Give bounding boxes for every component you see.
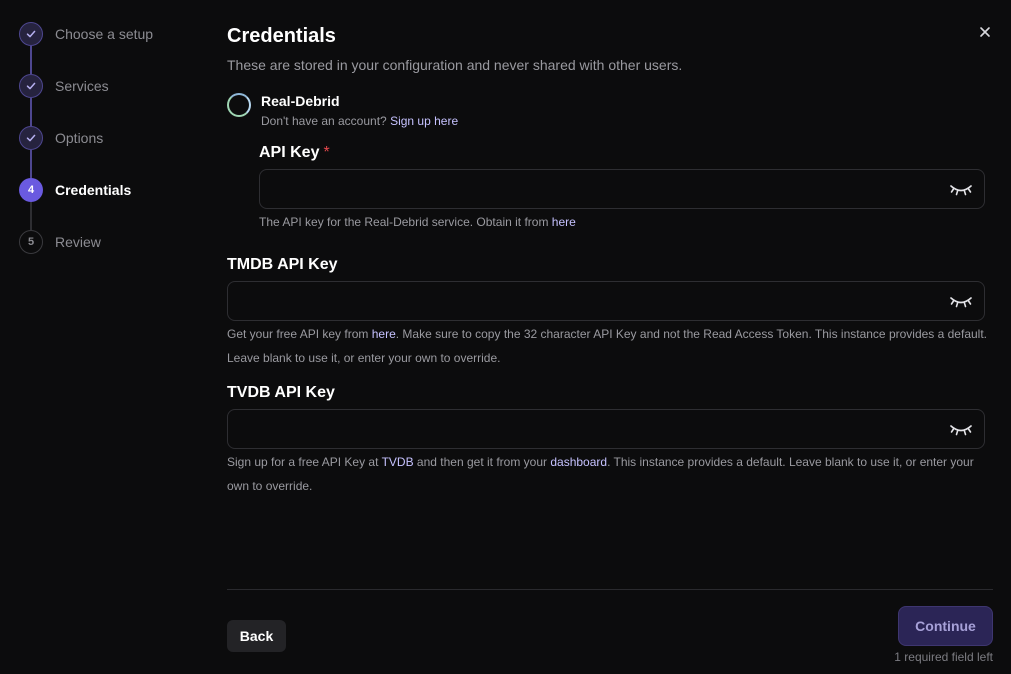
toggle-visibility-button[interactable] [948, 290, 974, 312]
stepper-connector [30, 150, 32, 178]
check-icon [19, 126, 43, 150]
eye-closed-icon [950, 425, 972, 436]
step-choose-a-setup[interactable]: Choose a setup [19, 22, 153, 46]
step-options[interactable]: Options [19, 126, 103, 150]
continue-button[interactable]: Continue [898, 606, 993, 646]
signup-link[interactable]: Sign up here [390, 114, 458, 128]
credentials-page: Choose a setup Services Options 4 Creden… [0, 0, 1011, 674]
close-icon [980, 27, 990, 37]
help-text: and then get it from your [416, 455, 547, 469]
field-label-text: API Key [259, 144, 320, 161]
tmdb-help: Get your free API key from here. Make su… [227, 322, 997, 370]
tmdb-help-link[interactable]: here [372, 327, 396, 341]
api-key-field-wrapper [259, 169, 985, 209]
step-label: Choose a setup [55, 26, 154, 42]
tvdb-help: Sign up for a free API Key at TVDB and t… [227, 450, 987, 498]
tmdb-api-key-label: TMDB API Key [227, 256, 338, 273]
tmdb-api-key-input[interactable] [228, 282, 984, 320]
page-title: Credentials [227, 25, 336, 47]
step-label: Options [55, 130, 104, 146]
step-label: Review [55, 234, 101, 250]
loading-spinner-icon [227, 93, 251, 117]
footer-divider [227, 589, 993, 590]
close-button[interactable] [974, 21, 996, 43]
step-services[interactable]: Services [19, 74, 109, 98]
service-signup-text: Don't have an account? Sign up here [261, 114, 458, 128]
tvdb-field-wrapper [227, 409, 985, 449]
tmdb-field-wrapper [227, 281, 985, 321]
step-review: 5 Review [19, 230, 101, 254]
api-key-help-link[interactable]: here [552, 215, 576, 229]
tvdb-link[interactable]: TVDB [382, 455, 414, 469]
toggle-visibility-button[interactable] [948, 178, 974, 200]
help-text: Sign up for a free API Key at [227, 455, 379, 469]
step-number: 5 [19, 230, 43, 254]
api-key-help: The API key for the Real-Debrid service.… [259, 210, 985, 234]
required-fields-note: 1 required field left [894, 650, 993, 664]
stepper-connector [30, 202, 32, 230]
eye-closed-icon [950, 297, 972, 308]
dashboard-link[interactable]: dashboard [550, 455, 607, 469]
tvdb-api-key-label: TVDB API Key [227, 384, 335, 401]
page-subtitle: These are stored in your configuration a… [227, 57, 683, 73]
signup-prompt: Don't have an account? [261, 114, 387, 128]
check-icon [19, 22, 43, 46]
check-icon [19, 74, 43, 98]
step-number: 4 [19, 178, 43, 202]
service-name: Real-Debrid [261, 93, 340, 109]
back-button[interactable]: Back [227, 620, 286, 652]
tvdb-api-key-input[interactable] [228, 410, 984, 448]
step-label: Credentials [55, 182, 132, 198]
step-label: Services [55, 78, 109, 94]
toggle-visibility-button[interactable] [948, 418, 974, 440]
help-text: Get your free API key from [227, 327, 369, 341]
help-text: The API key for the Real-Debrid service.… [259, 215, 549, 229]
api-key-input[interactable] [260, 170, 984, 208]
eye-closed-icon [950, 185, 972, 196]
api-key-label: API Key * [259, 144, 330, 162]
stepper-connector [30, 98, 32, 126]
stepper-connector [30, 46, 32, 74]
required-indicator: * [323, 144, 330, 161]
step-credentials: 4 Credentials [19, 178, 131, 202]
